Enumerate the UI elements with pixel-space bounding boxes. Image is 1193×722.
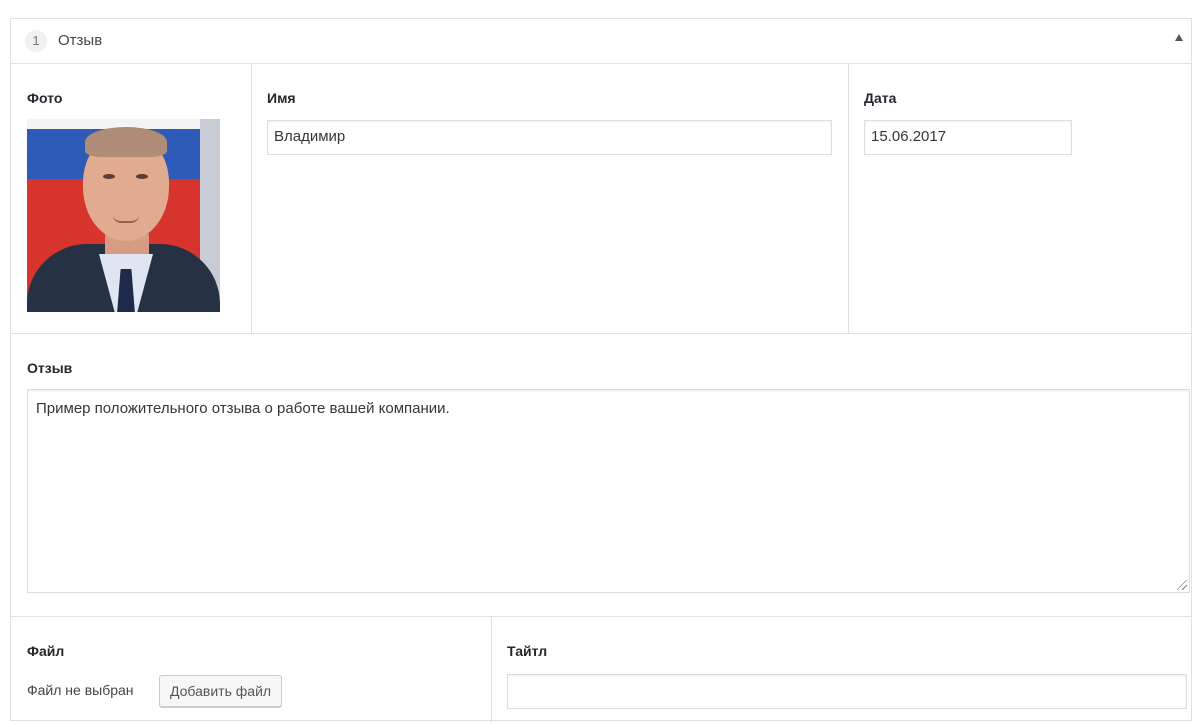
review-textarea[interactable]: Пример положительного отзыва о работе ва…	[27, 389, 1190, 593]
title-label: Тайтл	[507, 643, 548, 659]
review-text: Пример положительного отзыва о работе ва…	[36, 400, 450, 417]
review-row-panel: 1 Отзыв Фото Имя Владимир Дата 15.06.201…	[10, 18, 1192, 722]
row-index-badge: 1	[25, 30, 47, 52]
divider	[491, 617, 492, 722]
row-title: Отзыв	[58, 32, 103, 49]
review-label: Отзыв	[27, 360, 73, 376]
divider	[11, 616, 1191, 617]
title-input[interactable]	[507, 674, 1187, 709]
file-label: Файл	[27, 643, 65, 659]
file-status: Файл не выбран	[27, 682, 134, 698]
photo-image[interactable]	[27, 119, 220, 312]
date-input[interactable]: 15.06.2017	[864, 120, 1072, 155]
divider	[848, 64, 849, 333]
collapse-arrow-icon[interactable]	[1175, 34, 1183, 41]
review-row-header[interactable]: 1 Отзыв	[11, 19, 1191, 64]
resize-handle-icon[interactable]	[1177, 580, 1187, 590]
date-label: Дата	[864, 90, 897, 106]
name-label: Имя	[267, 90, 296, 106]
divider	[11, 333, 1191, 334]
photo-label: Фото	[27, 90, 63, 106]
add-file-button[interactable]: Добавить файл	[159, 675, 283, 707]
divider	[251, 64, 252, 333]
name-input[interactable]: Владимир	[267, 120, 832, 155]
